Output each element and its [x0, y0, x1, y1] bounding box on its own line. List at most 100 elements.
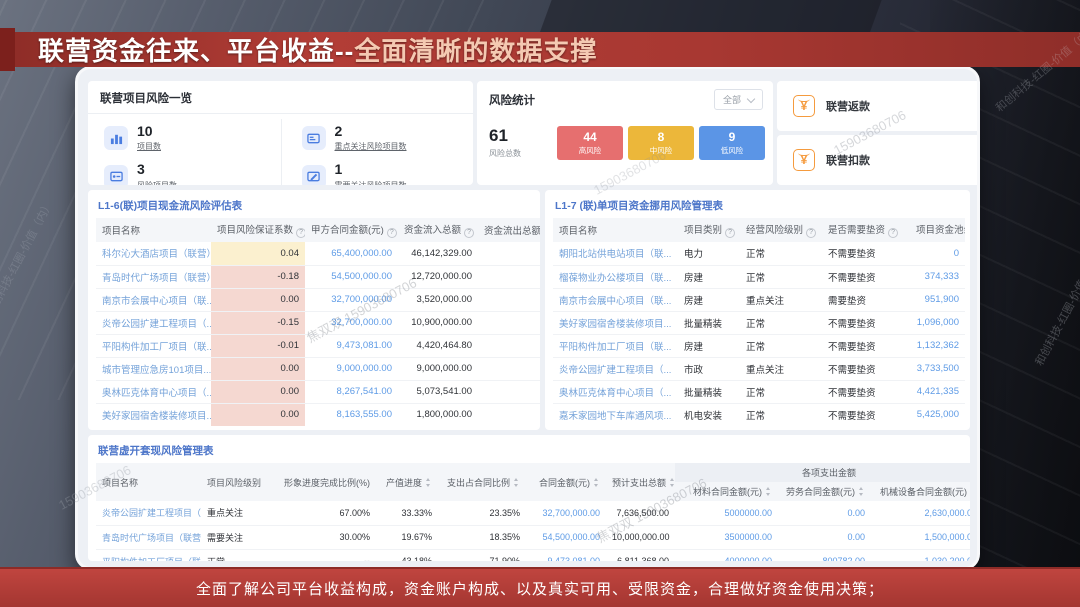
col-header-project-type[interactable]: 项目类别? — [678, 218, 740, 242]
stat-label[interactable]: 项目数 — [137, 141, 161, 152]
project-name-link[interactable]: 南京市会展中心项目（联... — [553, 288, 678, 311]
sort-icon[interactable] — [593, 478, 600, 487]
project-name-link[interactable]: 榴葆物业办公楼项目（联... — [553, 265, 678, 288]
project-name-link[interactable]: 朝阳北站供电站项目（联... — [553, 242, 678, 265]
sort-icon[interactable] — [765, 487, 772, 496]
stat-label[interactable]: 重点关注风险项目数 — [335, 141, 407, 152]
stat-key-focus-risk: 2 重点关注风险项目数 — [281, 119, 474, 157]
mid-risk-box[interactable]: 8 中风险 — [628, 126, 694, 160]
project-name-link[interactable]: 青岛时代广场项目（联营） — [96, 265, 211, 288]
project-name-link[interactable]: 嘉禾家园地下车库通风项... — [553, 403, 678, 426]
project-name-link[interactable]: 炎帝公园扩建工程项目（... — [553, 357, 678, 380]
col-header-need-advance[interactable]: 是否需要垫资? — [822, 218, 910, 242]
table-row[interactable]: 奥林匹克体育中心项目（... 批量精装 正常 不需要垫资 4,421,335 — [553, 380, 965, 403]
project-name-link[interactable]: 平阳构件加工厂项目（联... — [553, 334, 678, 357]
project-name-link[interactable]: 美好家园宿舍楼装修项目... — [553, 311, 678, 334]
help-icon[interactable]: ? — [387, 228, 397, 238]
table-row[interactable]: 炎帝公园扩建工程项目（联... 重点关注 67.00% 33.33% 23.35… — [96, 501, 970, 525]
stat-risk-projects: 3 风险项目数 — [88, 157, 281, 185]
coefficient-cell: 0.04 — [211, 242, 305, 265]
sort-icon[interactable] — [513, 478, 520, 487]
footer-text: 全面了解公司平台收益构成，资金账户构成、以及真实可用、受限资金，合理做好资金使用… — [196, 578, 884, 599]
table-row[interactable]: 朝阳北站供电站项目（联... 电力 正常 不需要垫资 0 — [553, 242, 965, 265]
col-header-pool-balance[interactable]: 项目资金池余额(元)(元)? — [910, 218, 965, 242]
col-header-inflow-total[interactable]: 资金流入总额? — [398, 218, 478, 242]
page-title-highlight: 全面清晰的数据支撑 — [354, 36, 597, 66]
risk-total-value: 61 — [489, 127, 521, 144]
col-header-contract-amount[interactable]: 合同金额(元) — [526, 463, 606, 501]
table-row[interactable]: 炎帝公园扩建工程项目（... 市政 重点关注 不需要垫资 3,733,500 — [553, 357, 965, 380]
contract-amount-cell: 32,700,000.00 — [526, 501, 606, 525]
help-icon[interactable]: ? — [464, 228, 474, 238]
col-header-risk-coefficient[interactable]: 项目风险保证系数? — [211, 218, 305, 242]
expected-expense-cell: 10,000,000.00 — [606, 525, 675, 549]
help-icon[interactable]: ? — [725, 228, 735, 238]
stat-label[interactable]: 风险项目数 — [137, 180, 177, 185]
table-row[interactable]: 科尔沁大酒店项目（联营） 0.04 65,400,000.00 46,142,3… — [96, 242, 540, 265]
risk-level-cell: 正常 — [740, 311, 822, 334]
labor-contract-cell: 800782.00 — [778, 549, 871, 561]
col-header-expected-expense[interactable]: 预计支出总额 — [606, 463, 675, 501]
project-name-link[interactable]: 科尔沁大酒店项目（联营） — [96, 242, 211, 265]
project-name-link[interactable]: 奥林匹克体育中心项目（... — [96, 380, 211, 403]
stat-label[interactable]: 需要关注风险项目数 — [335, 180, 407, 185]
table-row[interactable]: 青岛时代广场项目（联营） 需要关注 30.00% 19.67% 18.35% 5… — [96, 525, 970, 549]
table-row[interactable]: 炎帝公园扩建工程项目（... -0.15 32,700,000.00 10,90… — [96, 311, 540, 334]
col-header-operation-risk[interactable]: 经营风险级别? — [740, 218, 822, 242]
table-row[interactable]: 平阳构件加工厂项目（联... 房建 正常 不需要垫资 1,132,362 — [553, 334, 965, 357]
project-name-link[interactable]: 南京市会展中心项目（联... — [96, 288, 211, 311]
page-title-main: 联营资金往来、平台收益-- — [38, 36, 354, 66]
help-icon[interactable]: ? — [806, 228, 816, 238]
sort-icon[interactable] — [477, 225, 478, 234]
table-row[interactable]: 嘉禾家园地下车库通风项... 机电安装 正常 不需要垫资 5,425,000 — [553, 403, 965, 426]
low-risk-label: 低风险 — [721, 145, 744, 156]
help-icon[interactable]: ? — [296, 228, 305, 238]
col-header-risk-level: 项目风险级别 — [201, 463, 271, 501]
project-name-link[interactable]: 城市管理应急房101项目... — [96, 357, 211, 380]
project-name-link[interactable]: 炎帝公园扩建工程项目（联... — [96, 501, 201, 525]
project-name-link[interactable]: 奥林匹克体育中心项目（... — [553, 380, 678, 403]
stat-value: 10 — [137, 124, 161, 139]
output-progress-cell: 33.33% — [376, 501, 438, 525]
col-header-material-contract[interactable]: 材料合同金额(元) — [675, 482, 778, 501]
project-name-link[interactable]: 青岛时代广场项目（联营） — [96, 525, 201, 549]
col-header-machinery-contract[interactable]: 机械设备合同金额(元) — [871, 482, 970, 501]
sort-icon[interactable] — [669, 478, 675, 487]
project-name-link[interactable]: 美好家园宿舍楼装修项目... — [96, 403, 211, 426]
output-progress-cell: 43.18% — [376, 549, 438, 561]
money-envelope-icon: ¥ — [793, 95, 815, 117]
table-row[interactable]: 榴葆物业办公楼项目（联... 房建 正常 不需要垫资 374,333 — [553, 265, 965, 288]
col-header-labor-contract[interactable]: 劳务合同金额(元) — [778, 482, 871, 501]
help-icon[interactable]: ? — [888, 228, 898, 238]
table-row[interactable]: 城市管理应急房101项目... 0.00 9,000,000.00 9,000,… — [96, 357, 540, 380]
risk-filter-select[interactable]: 全部 — [714, 89, 763, 110]
sort-icon[interactable] — [425, 478, 432, 487]
joint-refund-button[interactable]: ¥ 联营返款 — [777, 81, 980, 131]
col-header-contract-amount[interactable]: 甲方合同金额(元)? — [305, 218, 398, 242]
table-row[interactable]: 美好家园宿舍楼装修项目... 0.00 8,163,555.00 1,800,0… — [96, 403, 540, 426]
pool-balance-cell: 5,425,000 — [910, 403, 965, 426]
sort-icon[interactable] — [858, 487, 865, 496]
project-name-link[interactable]: 平阳构件加工厂项目（联营） — [96, 549, 201, 561]
table-row[interactable]: 奥林匹克体育中心项目（... 0.00 8,267,541.00 5,073,5… — [96, 380, 540, 403]
stat-value: 2 — [335, 124, 407, 139]
table-row[interactable]: 美好家园宿舍楼装修项目... 批量精装 正常 不需要垫资 1,096,000 — [553, 311, 965, 334]
table-row[interactable]: 平阳构件加工厂项目（联营） 正常 -- 43.18% 71.90% 9,473,… — [96, 549, 970, 561]
low-risk-box[interactable]: 9 低风险 — [699, 126, 765, 160]
risk-card-icon — [302, 126, 326, 150]
risk-total-label: 风险总数 — [489, 148, 521, 159]
project-name-link[interactable]: 平阳构件加工厂项目（联... — [96, 334, 211, 357]
fund-misuse-table-title: L1-7 (联)单项目资金挪用风险管理表 — [545, 190, 970, 218]
table-row[interactable]: 南京市会展中心项目（联... 0.00 32,700,000.00 3,520,… — [96, 288, 540, 311]
table-row[interactable]: 南京市会展中心项目（联... 房建 重点关注 需要垫资 951,900 — [553, 288, 965, 311]
table-row[interactable]: 青岛时代广场项目（联营） -0.18 54,500,000.00 12,720,… — [96, 265, 540, 288]
outflow-cell: 3,418 — [478, 288, 540, 311]
col-header-output-progress[interactable]: 产值进度 — [376, 463, 438, 501]
table-row[interactable]: 平阳构件加工厂项目（联... -0.01 9,473,081.00 4,420,… — [96, 334, 540, 357]
project-name-link[interactable]: 炎帝公园扩建工程项目（... — [96, 311, 211, 334]
col-header-outflow-total[interactable]: 资金流出总额 — [478, 218, 540, 242]
low-risk-count: 9 — [729, 130, 736, 144]
col-header-expense-ratio[interactable]: 支出占合同比例 — [438, 463, 526, 501]
high-risk-box[interactable]: 44 高风险 — [557, 126, 623, 160]
joint-deduction-button[interactable]: ¥ 联营扣款 — [777, 135, 980, 185]
